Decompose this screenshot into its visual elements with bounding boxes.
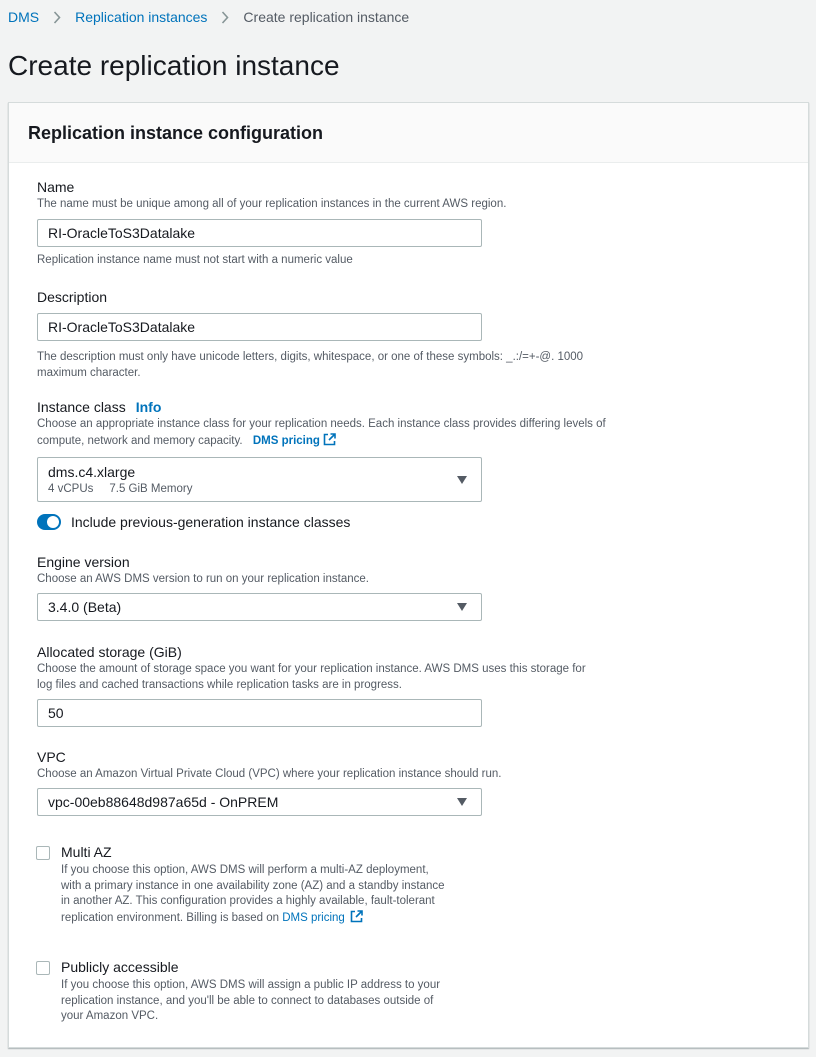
engine-version-select[interactable]: 3.4.0 (Beta) (37, 593, 482, 621)
multi-az-option: Multi AZ If you choose this option, AWS … (36, 844, 481, 926)
multi-az-checkbox[interactable] (36, 846, 50, 860)
external-link-icon (323, 432, 336, 445)
name-label: Name (37, 179, 75, 195)
publicly-accessible-checkbox[interactable] (36, 961, 50, 975)
multi-az-description-line: with a primary instance in one availabil… (61, 879, 445, 892)
instance-class-label-text: Instance class (37, 399, 126, 415)
description-label: Description (37, 289, 108, 305)
chevron-right-icon (53, 10, 61, 24)
publicly-accessible-description-line: your Amazon VPC. (61, 1010, 159, 1022)
instance-class-description-line: Choose an appropriate instance class for… (37, 418, 606, 430)
name-field-header: Name The name must be unique among all o… (37, 179, 506, 213)
publicly-accessible-option: Publicly accessible If you choose this o… (36, 959, 481, 1025)
previous-generation-toggle-row: Include previous-generation instance cla… (37, 514, 350, 530)
caret-down-icon (457, 798, 467, 806)
description-hint-line: The description must only have unicode l… (37, 351, 584, 363)
caret-down-icon (457, 603, 467, 611)
vpc-selected: vpc-00eb88648d987a65d - OnPREM (48, 794, 279, 810)
allocated-storage-description-line: log files and cached transactions while … (37, 678, 402, 691)
engine-version-field-header: Engine version Choose an AWS DMS version… (37, 554, 369, 588)
multi-az-description-line: in another AZ. This configuration provid… (61, 895, 435, 907)
breadcrumb-current: Create replication instance (243, 9, 410, 25)
instance-class-vcpus: 4 vCPUs (48, 483, 94, 495)
vpc-description: Choose an Amazon Virtual Private Cloud (… (37, 768, 502, 780)
instance-class-info-link[interactable]: Info (136, 399, 162, 415)
engine-version-selected: 3.4.0 (Beta) (48, 599, 122, 615)
instance-class-memory: 7.5 GiB Memory (109, 483, 193, 495)
multi-az-description-line: replication environment. Billing is base… (61, 909, 481, 927)
instance-class-specs: 4 vCPUs 7.5 GiB Memory (48, 483, 208, 495)
allocated-storage-description-line: Choose the amount of storage space you w… (37, 663, 586, 675)
multi-az-description: If you choose this option, AWS DMS will … (61, 863, 481, 926)
external-link-icon (350, 909, 363, 922)
name-hint: Replication instance name must not start… (37, 254, 353, 266)
replication-instance-configuration-panel: Replication instance configuration Name … (8, 102, 809, 1048)
previous-generation-toggle[interactable] (37, 514, 61, 530)
previous-generation-toggle-label: Include previous-generation instance cla… (71, 514, 351, 530)
dms-pricing-link[interactable]: DMS pricing (252, 432, 336, 447)
publicly-accessible-description: If you choose this option, AWS DMS will … (61, 978, 481, 1025)
multi-az-description-line: If you choose this option, AWS DMS will … (61, 864, 429, 876)
vpc-field-header: VPC Choose an Amazon Virtual Private Clo… (37, 749, 502, 783)
instance-class-label: Instance class Info (37, 399, 606, 415)
instance-class-selected: dms.c4.xlarge (48, 464, 136, 480)
allocated-storage-label: Allocated storage (GiB) (37, 644, 182, 660)
panel-title: Replication instance configuration (28, 123, 324, 143)
instance-class-description-text: compute, network and memory capacity. (37, 434, 243, 447)
name-description: The name must be unique among all of you… (37, 198, 507, 210)
description-field-header: Description (37, 289, 107, 305)
breadcrumb-replication-instances-link[interactable]: Replication instances (75, 9, 207, 25)
allocated-storage-description: Choose the amount of storage space you w… (37, 662, 586, 693)
publicly-accessible-label: Publicly accessible (61, 959, 179, 975)
breadcrumb: DMS Replication instances Create replica… (8, 8, 409, 26)
page-title: Create replication instance (8, 50, 340, 81)
allocated-storage-input[interactable] (37, 699, 482, 727)
engine-version-label: Engine version (37, 554, 130, 570)
vpc-select[interactable]: vpc-00eb88648d987a65d - OnPREM (37, 788, 482, 816)
dms-pricing-link-text: DMS pricing (252, 434, 320, 447)
panel-header: Replication instance configuration (9, 103, 808, 163)
multi-az-description-text: replication environment. Billing is base… (61, 911, 279, 924)
multi-az-label: Multi AZ (61, 844, 112, 860)
multi-az-dms-pricing-link[interactable]: DMS pricing (282, 909, 363, 924)
instance-class-field-header: Instance class Info Choose an appropriat… (37, 399, 606, 449)
allocated-storage-field-header: Allocated storage (GiB) Choose the amoun… (37, 644, 586, 693)
toggle-knob (47, 516, 59, 528)
caret-down-icon (457, 475, 467, 484)
description-hint-line: maximum character. (37, 366, 141, 379)
description-input[interactable] (37, 313, 482, 341)
chevron-right-icon (221, 10, 230, 24)
description-hint: The description must only have unicode l… (37, 350, 583, 381)
multi-az-dms-pricing-link-text: DMS pricing (282, 911, 345, 924)
publicly-accessible-text: Publicly accessible If you choose this o… (61, 959, 481, 1025)
instance-class-description-line: compute, network and memory capacity. DM… (37, 432, 606, 450)
instance-class-select[interactable]: dms.c4.xlarge 4 vCPUs 7.5 GiB Memory (37, 457, 482, 502)
name-input[interactable] (37, 219, 482, 247)
engine-version-description: Choose an AWS DMS version to run on your… (37, 573, 369, 585)
publicly-accessible-description-line: If you choose this option, AWS DMS will … (61, 979, 441, 991)
multi-az-text: Multi AZ If you choose this option, AWS … (61, 844, 481, 926)
vpc-label: VPC (37, 749, 66, 765)
publicly-accessible-description-line: replication instance, and you'll be able… (61, 994, 434, 1007)
instance-class-description: Choose an appropriate instance class for… (37, 417, 606, 449)
breadcrumb-dms-link[interactable]: DMS (8, 9, 39, 25)
